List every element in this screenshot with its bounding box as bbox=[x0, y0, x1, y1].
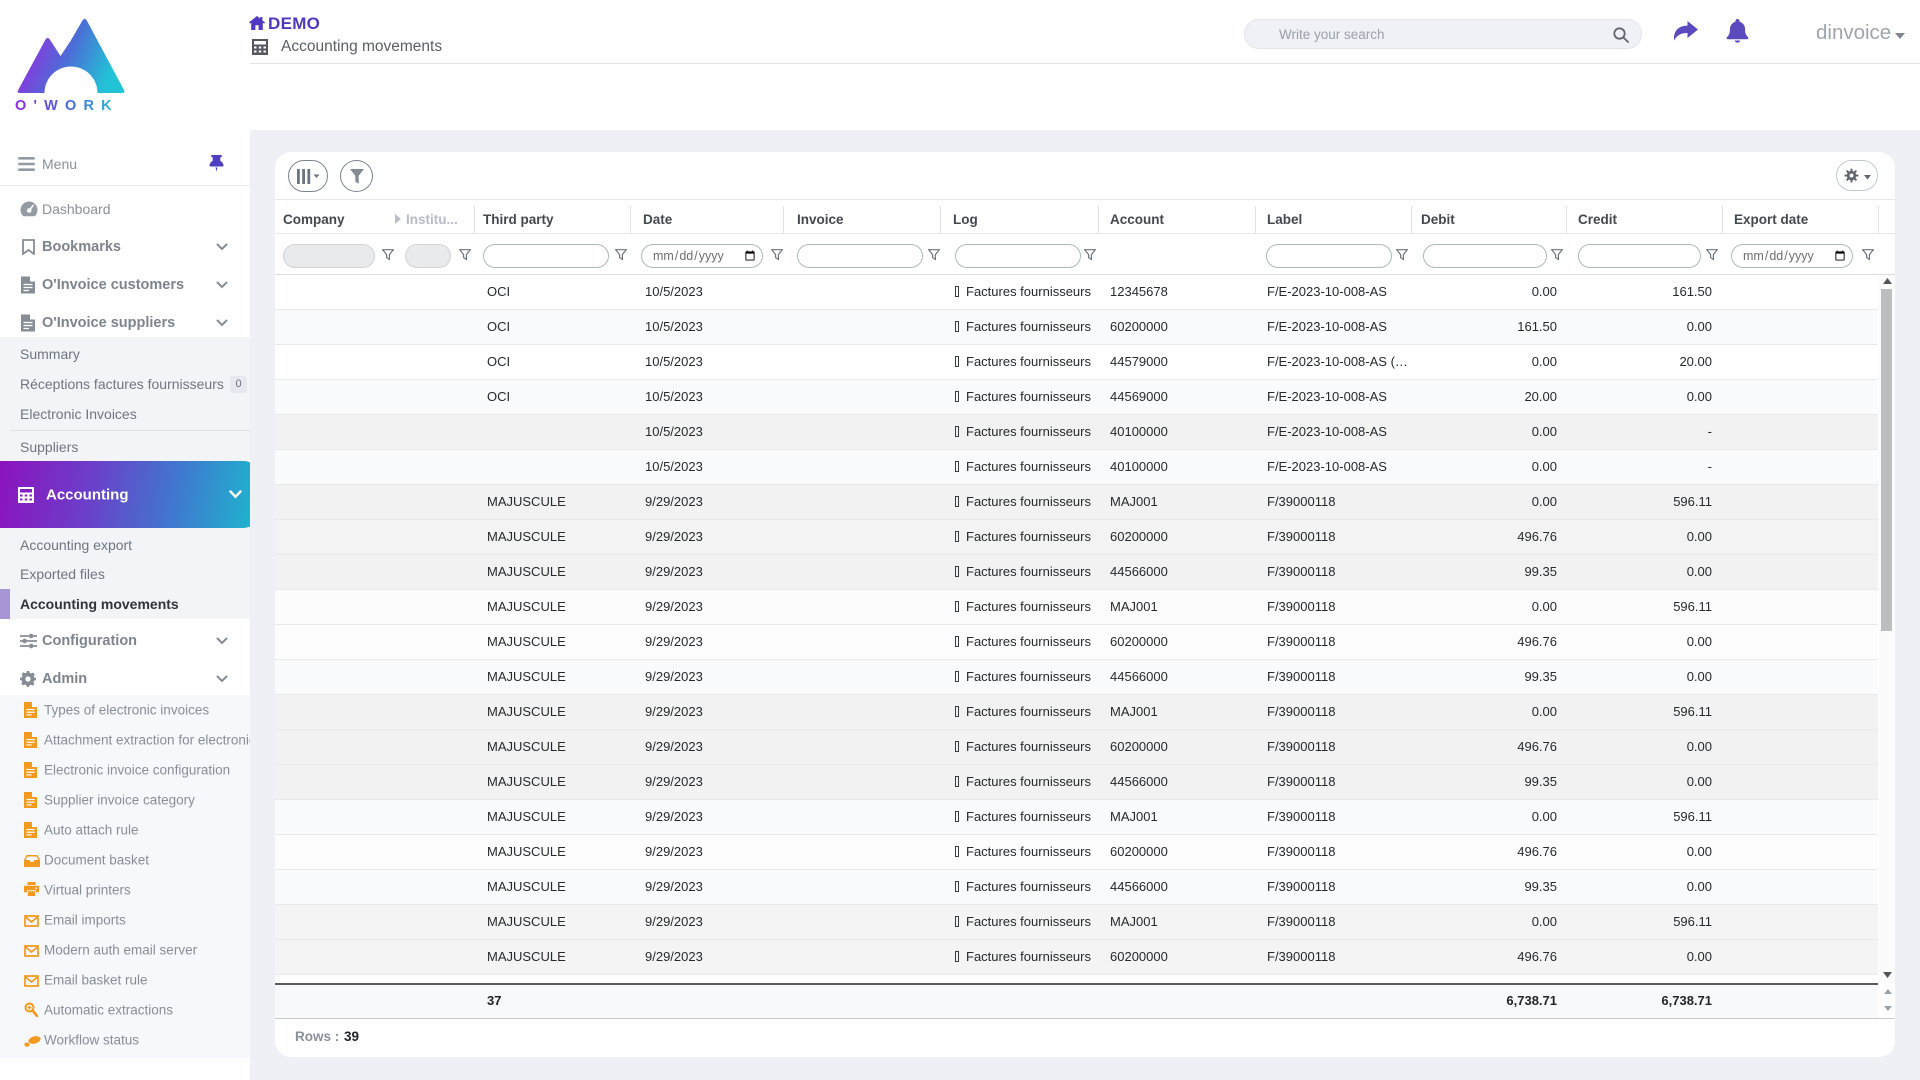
svg-text:O'WORK: O'WORK bbox=[15, 98, 119, 114]
